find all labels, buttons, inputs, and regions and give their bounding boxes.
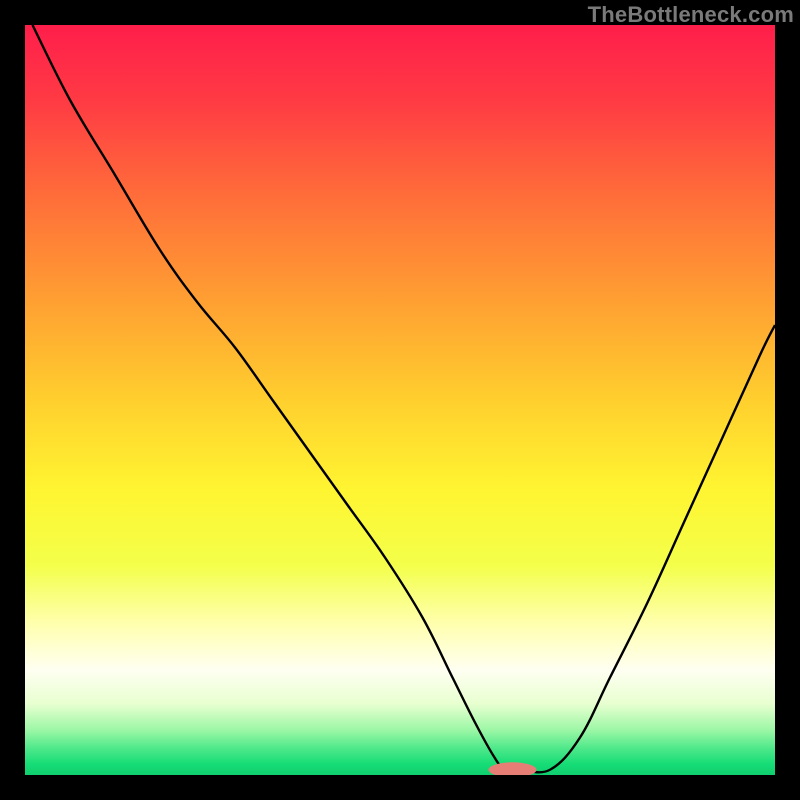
chart-container: TheBottleneck.com (0, 0, 800, 800)
plot-area (25, 25, 775, 775)
bottleneck-chart (25, 25, 775, 775)
gradient-background (25, 25, 775, 775)
